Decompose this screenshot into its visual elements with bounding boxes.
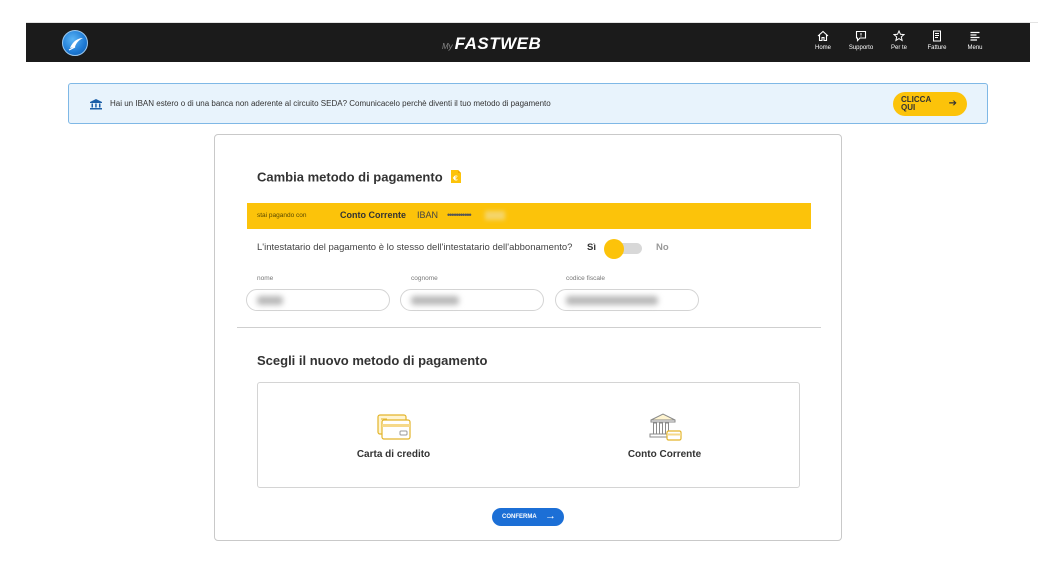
method-options: Carta di credito Conto Corrente: [257, 382, 800, 488]
brand-prefix: My: [442, 42, 453, 51]
nome-field[interactable]: [246, 289, 390, 311]
new-method-title: Scegli il nuovo metodo di pagamento: [257, 353, 488, 368]
nav-item-home[interactable]: Home: [804, 29, 842, 51]
nav-label: Home: [814, 45, 831, 51]
change-method-title: Cambia metodo di pagamento €: [257, 169, 462, 187]
cognome-field[interactable]: [400, 289, 544, 311]
clicca-qui-button[interactable]: CLICCA QUI ➔: [893, 92, 967, 116]
nav-label: Fatture: [927, 45, 947, 51]
change-method-title-text: Cambia metodo di pagamento: [257, 169, 443, 185]
redacted-value: [566, 296, 658, 305]
chat-icon: [855, 29, 867, 43]
brand-logo[interactable]: My FASTWEB: [442, 32, 541, 54]
toggle-knob: [604, 239, 624, 259]
redacted-value: [257, 296, 283, 305]
payment-method-card: Cambia metodo di pagamento € stai pagand…: [214, 134, 842, 541]
credit-card-icon: [376, 411, 412, 443]
brand-name: FASTWEB: [454, 34, 542, 53]
arrow-right-icon: →: [545, 510, 556, 522]
invoice-icon: [931, 29, 943, 43]
iban-label: IBAN: [417, 210, 439, 220]
current-method: Conto Corrente: [340, 210, 406, 220]
nav-label: Menu: [967, 45, 983, 51]
fastweb-logo-icon[interactable]: [62, 30, 88, 56]
home-icon: [817, 29, 829, 43]
bank-icon: [89, 97, 103, 115]
menu-icon: [969, 29, 981, 43]
iban-redacted: [485, 211, 505, 220]
iban-masked: •••••••••••: [447, 210, 472, 220]
nav-item-menu[interactable]: Menu: [956, 29, 994, 51]
nav-item-per-te[interactable]: Per te: [880, 29, 918, 51]
codice-fiscale-field[interactable]: [555, 289, 699, 311]
arrow-right-icon: ➔: [948, 98, 957, 109]
redacted-value: [411, 296, 459, 305]
banner-message: Hai un IBAN estero o di una banca non ad…: [110, 99, 551, 108]
current-method-bar: stai pagando con Conto Corrente IBAN •••…: [247, 203, 811, 229]
nav-label: Per te: [890, 45, 907, 51]
confirm-label: CONFERMA: [502, 514, 537, 520]
nome-label: nome: [257, 275, 274, 282]
bank-account-icon: [647, 411, 683, 443]
svg-text:€: €: [452, 175, 458, 183]
section-divider: [237, 327, 821, 328]
yes-label: Sì: [587, 242, 596, 253]
nav-item-fatture[interactable]: Fatture: [918, 29, 956, 51]
confirm-button[interactable]: CONFERMA →: [492, 508, 564, 526]
option-conto-corrente[interactable]: Conto Corrente: [529, 383, 800, 487]
cognome-label: cognome: [411, 275, 438, 282]
top-navbar: My FASTWEB Home Supporto Per te Fatture: [26, 23, 1030, 62]
paying-with-label: stai pagando con: [257, 212, 307, 219]
star-icon: [893, 29, 905, 43]
nav-label: Supporto: [848, 45, 874, 51]
euro-document-icon: €: [450, 169, 462, 187]
option-label: Conto Corrente: [627, 449, 702, 460]
holder-question: L'intestatario del pagamento è lo stesso…: [257, 242, 573, 253]
iban-info-banner: Hai un IBAN estero o di una banca non ad…: [68, 83, 988, 124]
nav-item-supporto[interactable]: Supporto: [842, 29, 880, 51]
clicca-qui-label: CLICCA QUI: [901, 95, 931, 112]
no-label: No: [656, 242, 669, 253]
option-carta-di-credito[interactable]: Carta di credito: [258, 383, 529, 487]
holder-same-toggle[interactable]: [604, 239, 642, 259]
nav-menu: Home Supporto Per te Fatture Menu: [804, 29, 994, 51]
codice-fiscale-label: codice fiscale: [566, 275, 606, 282]
option-label: Carta di credito: [356, 449, 431, 460]
